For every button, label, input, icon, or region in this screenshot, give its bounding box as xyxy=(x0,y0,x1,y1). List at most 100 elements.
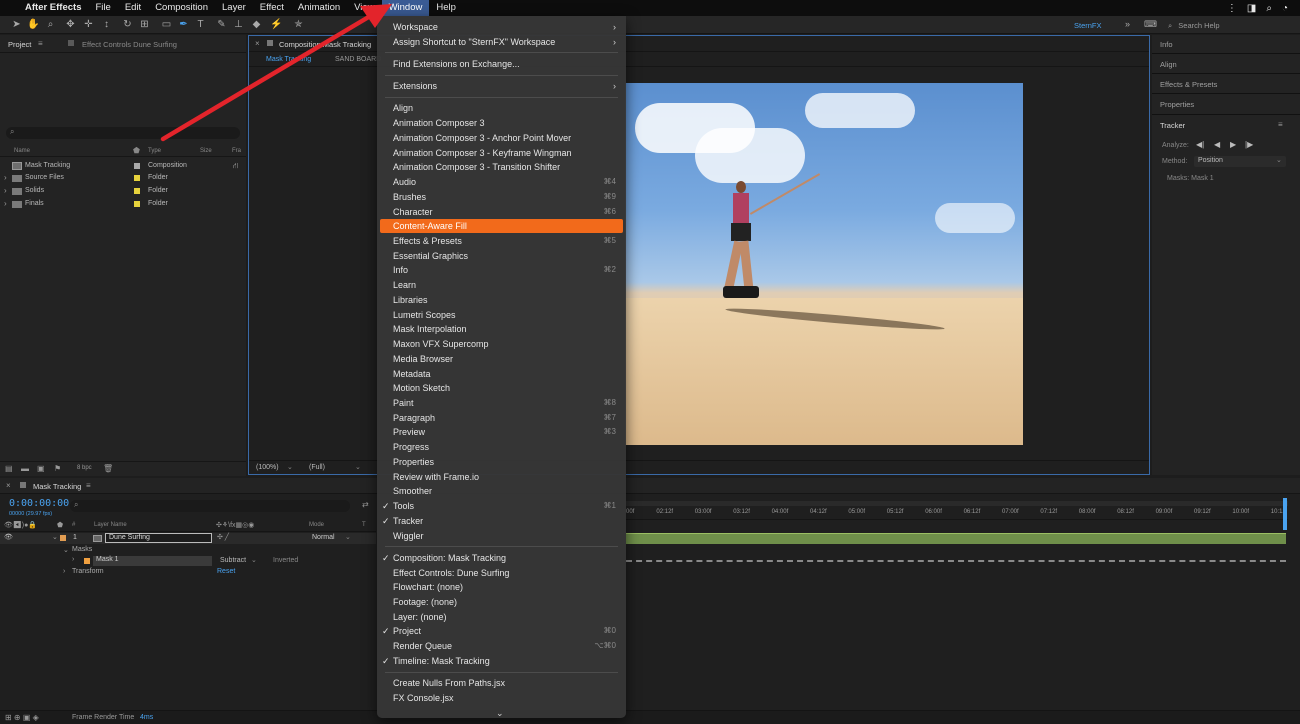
menu-item-animation-composer-3-transition-shifter[interactable]: Animation Composer 3 - Transition Shifte… xyxy=(377,160,626,174)
menu-item-brushes[interactable]: Brushes ⌘9 xyxy=(377,190,626,204)
menu-item-smoother[interactable]: Smoother xyxy=(377,484,626,498)
reset-link[interactable]: Reset xyxy=(217,568,235,575)
mask-mode-select[interactable]: Subtract xyxy=(220,557,246,564)
search-help[interactable]: ⌕ Search Help xyxy=(1168,19,1293,32)
menu-item-create-nulls-from-paths-jsx[interactable]: Create Nulls From Paths.jsx xyxy=(377,676,626,690)
menu-app-name[interactable]: After Effects xyxy=(18,0,89,16)
timeline-search-input[interactable]: ⌕ xyxy=(70,500,350,512)
av-features-icons[interactable]: 👁◀)●🔒 xyxy=(4,521,37,529)
panel-menu-icon[interactable]: ≡ xyxy=(86,481,91,490)
menu-item-effect-controls-dune-surfing[interactable]: Effect Controls: Dune Surfing xyxy=(377,566,626,580)
panel-properties[interactable]: Properties xyxy=(1160,100,1194,109)
spotlight-icon[interactable]: ⌕ xyxy=(1266,3,1272,14)
menu-item-footage-none[interactable]: Footage: (none) xyxy=(377,595,626,609)
flowchart-icon[interactable]: ⛙ xyxy=(233,161,239,171)
menu-item-audio[interactable]: Audio ⌘4 xyxy=(377,175,626,189)
type-tool-icon[interactable]: T xyxy=(194,18,207,31)
panel-info[interactable]: Info xyxy=(1160,40,1173,49)
menu-item-project[interactable]: ✓ Project ⌘0 xyxy=(377,624,626,638)
label-color-swatch[interactable] xyxy=(134,201,140,207)
menu-item-animation-composer-3-keyframe-wingman[interactable]: Animation Composer 3 - Keyframe Wingman xyxy=(377,146,626,160)
menu-item-tools[interactable]: ✓ Tools ⌘1 xyxy=(377,499,626,513)
menu-item-align[interactable]: Align xyxy=(377,101,626,115)
rotate-tool-icon[interactable]: ↻ xyxy=(121,18,134,31)
chevron-down-icon[interactable]: ⌄ xyxy=(251,556,257,564)
render-toggle-icons[interactable]: ⊞ ⊕ ▣ ◈ xyxy=(5,713,39,722)
menu-item-extensions[interactable]: Extensions › xyxy=(377,79,626,93)
analyze-forward-icon[interactable]: ▶ xyxy=(1230,140,1236,149)
layer-duration-bar[interactable] xyxy=(626,533,1286,544)
keyboard-icon[interactable]: ⌨ xyxy=(1144,19,1157,30)
zoom-tool-icon[interactable]: ⌕ xyxy=(44,18,57,31)
flag-icon[interactable]: ⚑ xyxy=(54,464,61,473)
playhead[interactable] xyxy=(1283,498,1287,530)
project-row[interactable]: › Source Files Folder xyxy=(0,172,246,184)
switches-icons[interactable]: ✣ ╱ xyxy=(217,533,229,541)
panel-align[interactable]: Align xyxy=(1160,60,1177,69)
chevron-down-icon[interactable]: ⌄ xyxy=(52,533,58,541)
menu-item-info[interactable]: Info ⌘2 xyxy=(377,263,626,277)
menu-item-learn[interactable]: Learn xyxy=(377,278,626,292)
close-icon[interactable]: × xyxy=(6,481,11,490)
chevron-right-icon[interactable]: › xyxy=(4,199,7,208)
timecode[interactable]: 0:00:00:00 xyxy=(9,498,69,509)
label-tag-icon[interactable]: ⬟ xyxy=(57,521,63,529)
label-color-swatch[interactable] xyxy=(134,188,140,194)
eraser-tool-icon[interactable]: ◆ xyxy=(250,18,263,31)
project-row[interactable]: › Finals Folder xyxy=(0,198,246,210)
col-mode[interactable]: Mode xyxy=(309,522,324,528)
menu-item-layer-none[interactable]: Layer: (none) xyxy=(377,610,626,624)
puppet-tool-icon[interactable]: ✯ xyxy=(292,18,305,31)
blend-mode-select[interactable]: Normal xyxy=(312,534,335,541)
new-composition-icon[interactable]: ▣ xyxy=(37,464,45,473)
menu-item-render-queue[interactable]: Render Queue ⌥⌘0 xyxy=(377,639,626,653)
clock-icon[interactable]: ◔ xyxy=(1282,3,1288,14)
search-help-input[interactable]: Search Help xyxy=(1178,21,1219,30)
workspace-name[interactable]: SternFX xyxy=(1074,21,1102,30)
analyze-backward-icon[interactable]: ◀ xyxy=(1214,140,1220,149)
chevron-down-icon[interactable]: ⌄ xyxy=(355,463,361,471)
menu-item-maxon-vfx-supercomp[interactable]: Maxon VFX Supercomp xyxy=(377,337,626,351)
sliders-icon[interactable]: ⋮ xyxy=(1227,3,1237,14)
mask-color-swatch[interactable] xyxy=(84,558,90,564)
col-layer-name[interactable]: Layer Name xyxy=(94,522,127,528)
resolution-select[interactable]: (Full) xyxy=(309,464,325,471)
hand-tool-icon[interactable]: ✋ xyxy=(27,18,40,31)
menu-item-composition-mask-tracking[interactable]: ✓ Composition: Mask Tracking xyxy=(377,551,626,565)
menu-layer[interactable]: Layer xyxy=(215,0,253,16)
menu-item-preview[interactable]: Preview ⌘3 xyxy=(377,425,626,439)
menu-animation[interactable]: Animation xyxy=(291,0,347,16)
zoom-select[interactable]: (100%) xyxy=(256,464,279,471)
menu-item-libraries[interactable]: Libraries xyxy=(377,293,626,307)
menu-window[interactable]: Window xyxy=(381,0,430,16)
project-row[interactable]: Mask Tracking Composition ⛙ xyxy=(0,160,246,172)
pen-tool-icon[interactable]: ✒ xyxy=(177,18,190,31)
time-ruler[interactable]: 00f 02:12f 03:00f 03:12f 04:00f 04:12f 05:00f 0… xyxy=(626,506,1288,520)
menu-item-paragraph[interactable]: Paragraph ⌘7 xyxy=(377,411,626,425)
menu-item-content-aware-fill[interactable]: Content-Aware Fill xyxy=(380,219,623,234)
menu-item-workspace[interactable]: Workspace › xyxy=(377,20,626,34)
menu-item-find-extensions-on-exchange[interactable]: Find Extensions on Exchange... xyxy=(377,57,626,71)
col-name[interactable]: Name xyxy=(14,148,30,154)
project-search-input[interactable]: ⌕ xyxy=(6,127,240,139)
menu-item-animation-composer-3[interactable]: Animation Composer 3 xyxy=(377,116,626,130)
brush-tool-icon[interactable]: ✎ xyxy=(215,18,228,31)
menu-item-tracker[interactable]: ✓ Tracker xyxy=(377,514,626,528)
tab-composition[interactable]: Composition Mask Tracking xyxy=(279,40,371,49)
menu-item-wiggler[interactable]: Wiggler xyxy=(377,529,626,543)
control-center-icon[interactable]: ◨ xyxy=(1247,3,1256,14)
tab-timeline[interactable]: Mask Tracking xyxy=(33,482,81,491)
menu-effect[interactable]: Effect xyxy=(253,0,291,16)
chevron-down-icon[interactable]: ⌄ xyxy=(63,546,69,554)
chevron-right-icon[interactable]: › xyxy=(63,568,65,575)
menu-item-fx-console-jsx[interactable]: FX Console.jsx xyxy=(377,691,626,705)
label-tag-icon[interactable]: ⬟ xyxy=(133,146,140,155)
menu-item-review-with-frame-io[interactable]: Review with Frame.io xyxy=(377,470,626,484)
menu-item-mask-interpolation[interactable]: Mask Interpolation xyxy=(377,322,626,336)
mask-row[interactable]: › Mask 1 Subtract ⌄ Inverted xyxy=(0,556,376,567)
orbit-tool-icon[interactable]: ✥ xyxy=(64,18,77,31)
menu-item-media-browser[interactable]: Media Browser xyxy=(377,352,626,366)
chevron-right-icon[interactable]: › xyxy=(4,173,7,182)
menu-item-character[interactable]: Character ⌘6 xyxy=(377,205,626,219)
menu-item-flowchart-none[interactable]: Flowchart: (none) xyxy=(377,580,626,594)
